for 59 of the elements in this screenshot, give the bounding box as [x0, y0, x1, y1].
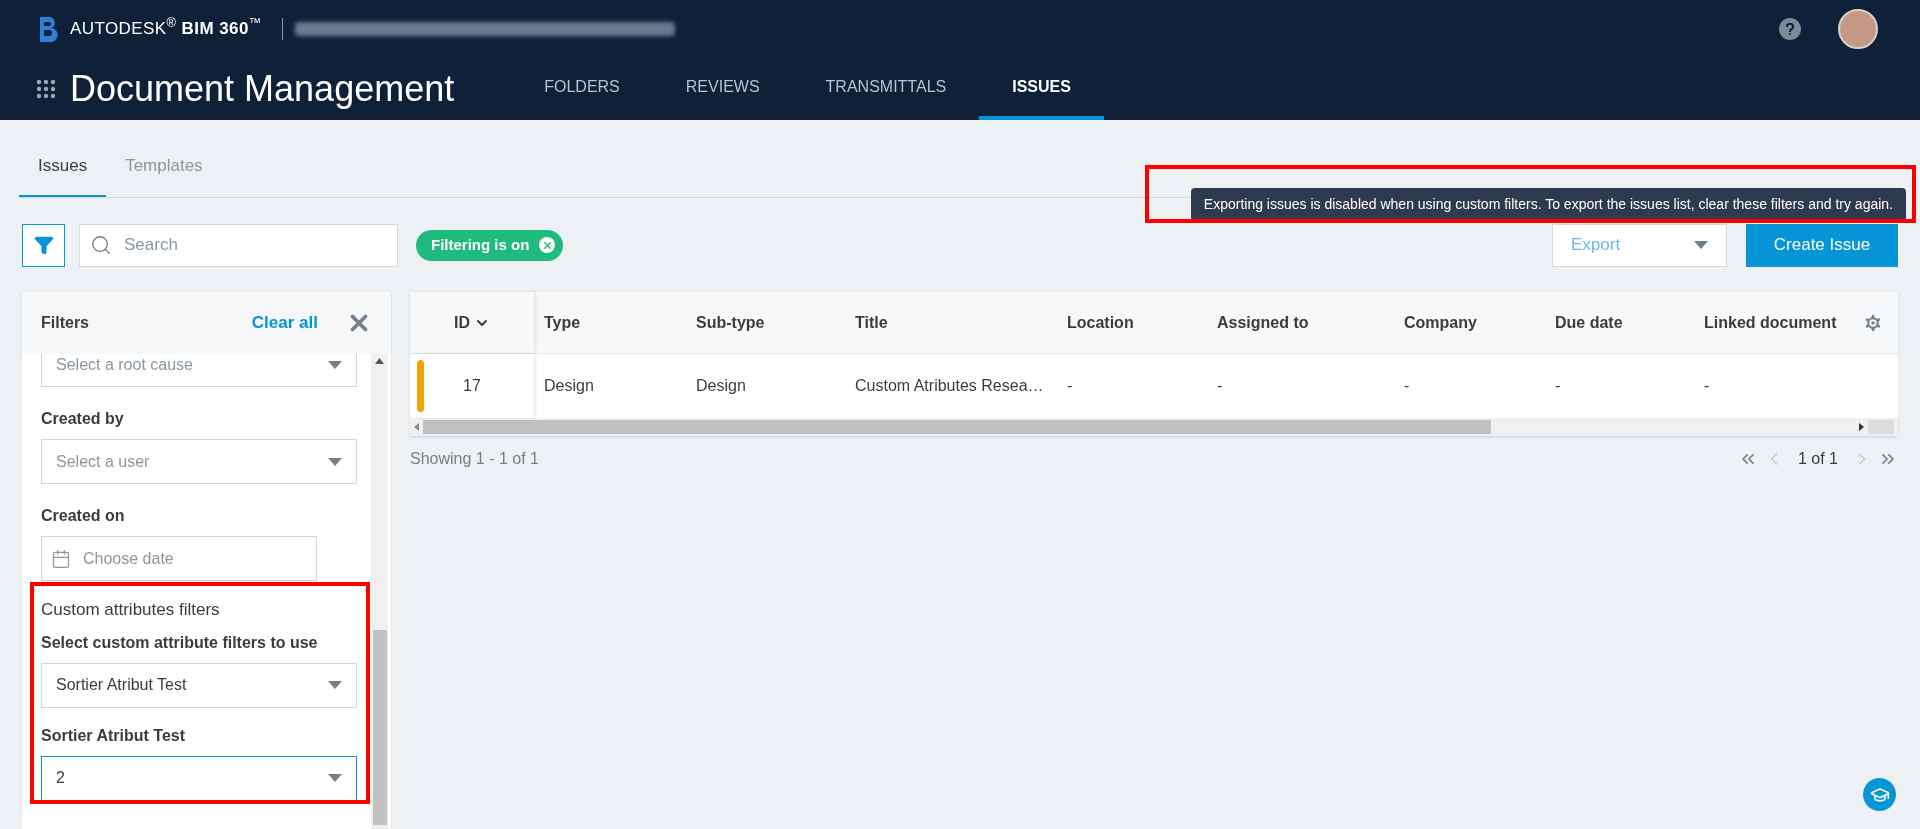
column-header[interactable]: Location — [1057, 292, 1207, 353]
column-header[interactable]: Linked document — [1694, 292, 1862, 353]
scroll-left-icon[interactable] — [414, 423, 419, 431]
search-input[interactable]: Search — [124, 232, 387, 258]
column-header[interactable]: Company — [1394, 292, 1545, 353]
table-cell-text: - — [1217, 376, 1223, 396]
filters-title: Filters — [41, 313, 89, 333]
filter-label: Created on — [41, 506, 126, 526]
settings-icon[interactable] — [1862, 311, 1884, 334]
column-header[interactable]: ID — [410, 292, 534, 353]
search-field[interactable]: Search — [79, 223, 398, 267]
dropdown-caret-icon — [328, 457, 342, 466]
scroll-up-icon[interactable] — [375, 358, 384, 364]
filter-label: Select custom attribute filters to use — [41, 632, 319, 653]
calendar-icon — [51, 548, 71, 569]
search-icon — [90, 234, 112, 256]
avatar[interactable] — [1838, 8, 1878, 49]
table-cell-text: Design — [544, 376, 594, 396]
filter-label: Created by — [41, 409, 125, 429]
column-header[interactable]: Title — [845, 292, 1057, 353]
select-field[interactable]: 2 — [41, 755, 357, 801]
nav-tab[interactable]: REVIEWS — [652, 57, 793, 120]
learning-button[interactable] — [1863, 778, 1896, 811]
column-header[interactable]: Assigned to — [1207, 292, 1394, 353]
horizontal-scrollbar[interactable] — [410, 418, 1898, 436]
dropdown-caret-icon — [1694, 241, 1708, 249]
table-cell-text: - — [1555, 376, 1561, 396]
brand-name: AUTODESK$^{®}$ BIM 360$^{™}$ — [70, 15, 262, 40]
column-header[interactable]: Sub-type — [686, 292, 845, 353]
column-header[interactable]: Type — [534, 292, 686, 353]
dropdown-caret-icon — [328, 360, 342, 369]
nav-tab[interactable]: TRANSMITTALS — [792, 57, 980, 120]
table-cell-text: - — [1067, 376, 1073, 396]
table-cell-text: - — [1704, 376, 1710, 396]
scrollbar[interactable] — [371, 354, 388, 829]
select-field[interactable]: Sortier Atribut Test — [41, 662, 357, 708]
filter-button[interactable] — [22, 223, 65, 267]
help-icon[interactable] — [1779, 17, 1801, 40]
table-cell-text: 17 — [463, 376, 481, 396]
dropdown-caret-icon — [328, 681, 342, 689]
results-count: Showing 1 - 1 of 1 — [410, 449, 539, 469]
table-cell-text: Custom Atributes Resea… — [855, 376, 1044, 396]
table-cell-text: - — [1404, 376, 1410, 396]
filter-label: Sortier Atribut Test — [41, 725, 186, 746]
section-heading: Custom attributes filters — [41, 599, 221, 621]
nav-tab[interactable]: ISSUES — [979, 57, 1104, 120]
scroll-right-icon[interactable] — [1859, 423, 1864, 431]
app-grid-icon[interactable] — [36, 78, 56, 99]
app-title: Document Management — [70, 66, 455, 111]
dropdown-caret-icon — [328, 774, 342, 782]
page-indicator: 1 of 1 — [1797, 449, 1838, 469]
column-header[interactable]: Due date — [1545, 292, 1694, 353]
table-cell-text: Design — [696, 376, 746, 396]
clear-filter-icon[interactable] — [539, 237, 556, 253]
filter-icon — [33, 235, 54, 255]
logo-icon — [38, 14, 58, 43]
nav-tab[interactable]: FOLDERS — [511, 57, 653, 120]
tooltip: Exporting issues is disabled when using custom filters. To export the issues list, clear these filters and try again. — [1190, 188, 1906, 221]
sub-tab[interactable]: Issues — [19, 137, 107, 197]
